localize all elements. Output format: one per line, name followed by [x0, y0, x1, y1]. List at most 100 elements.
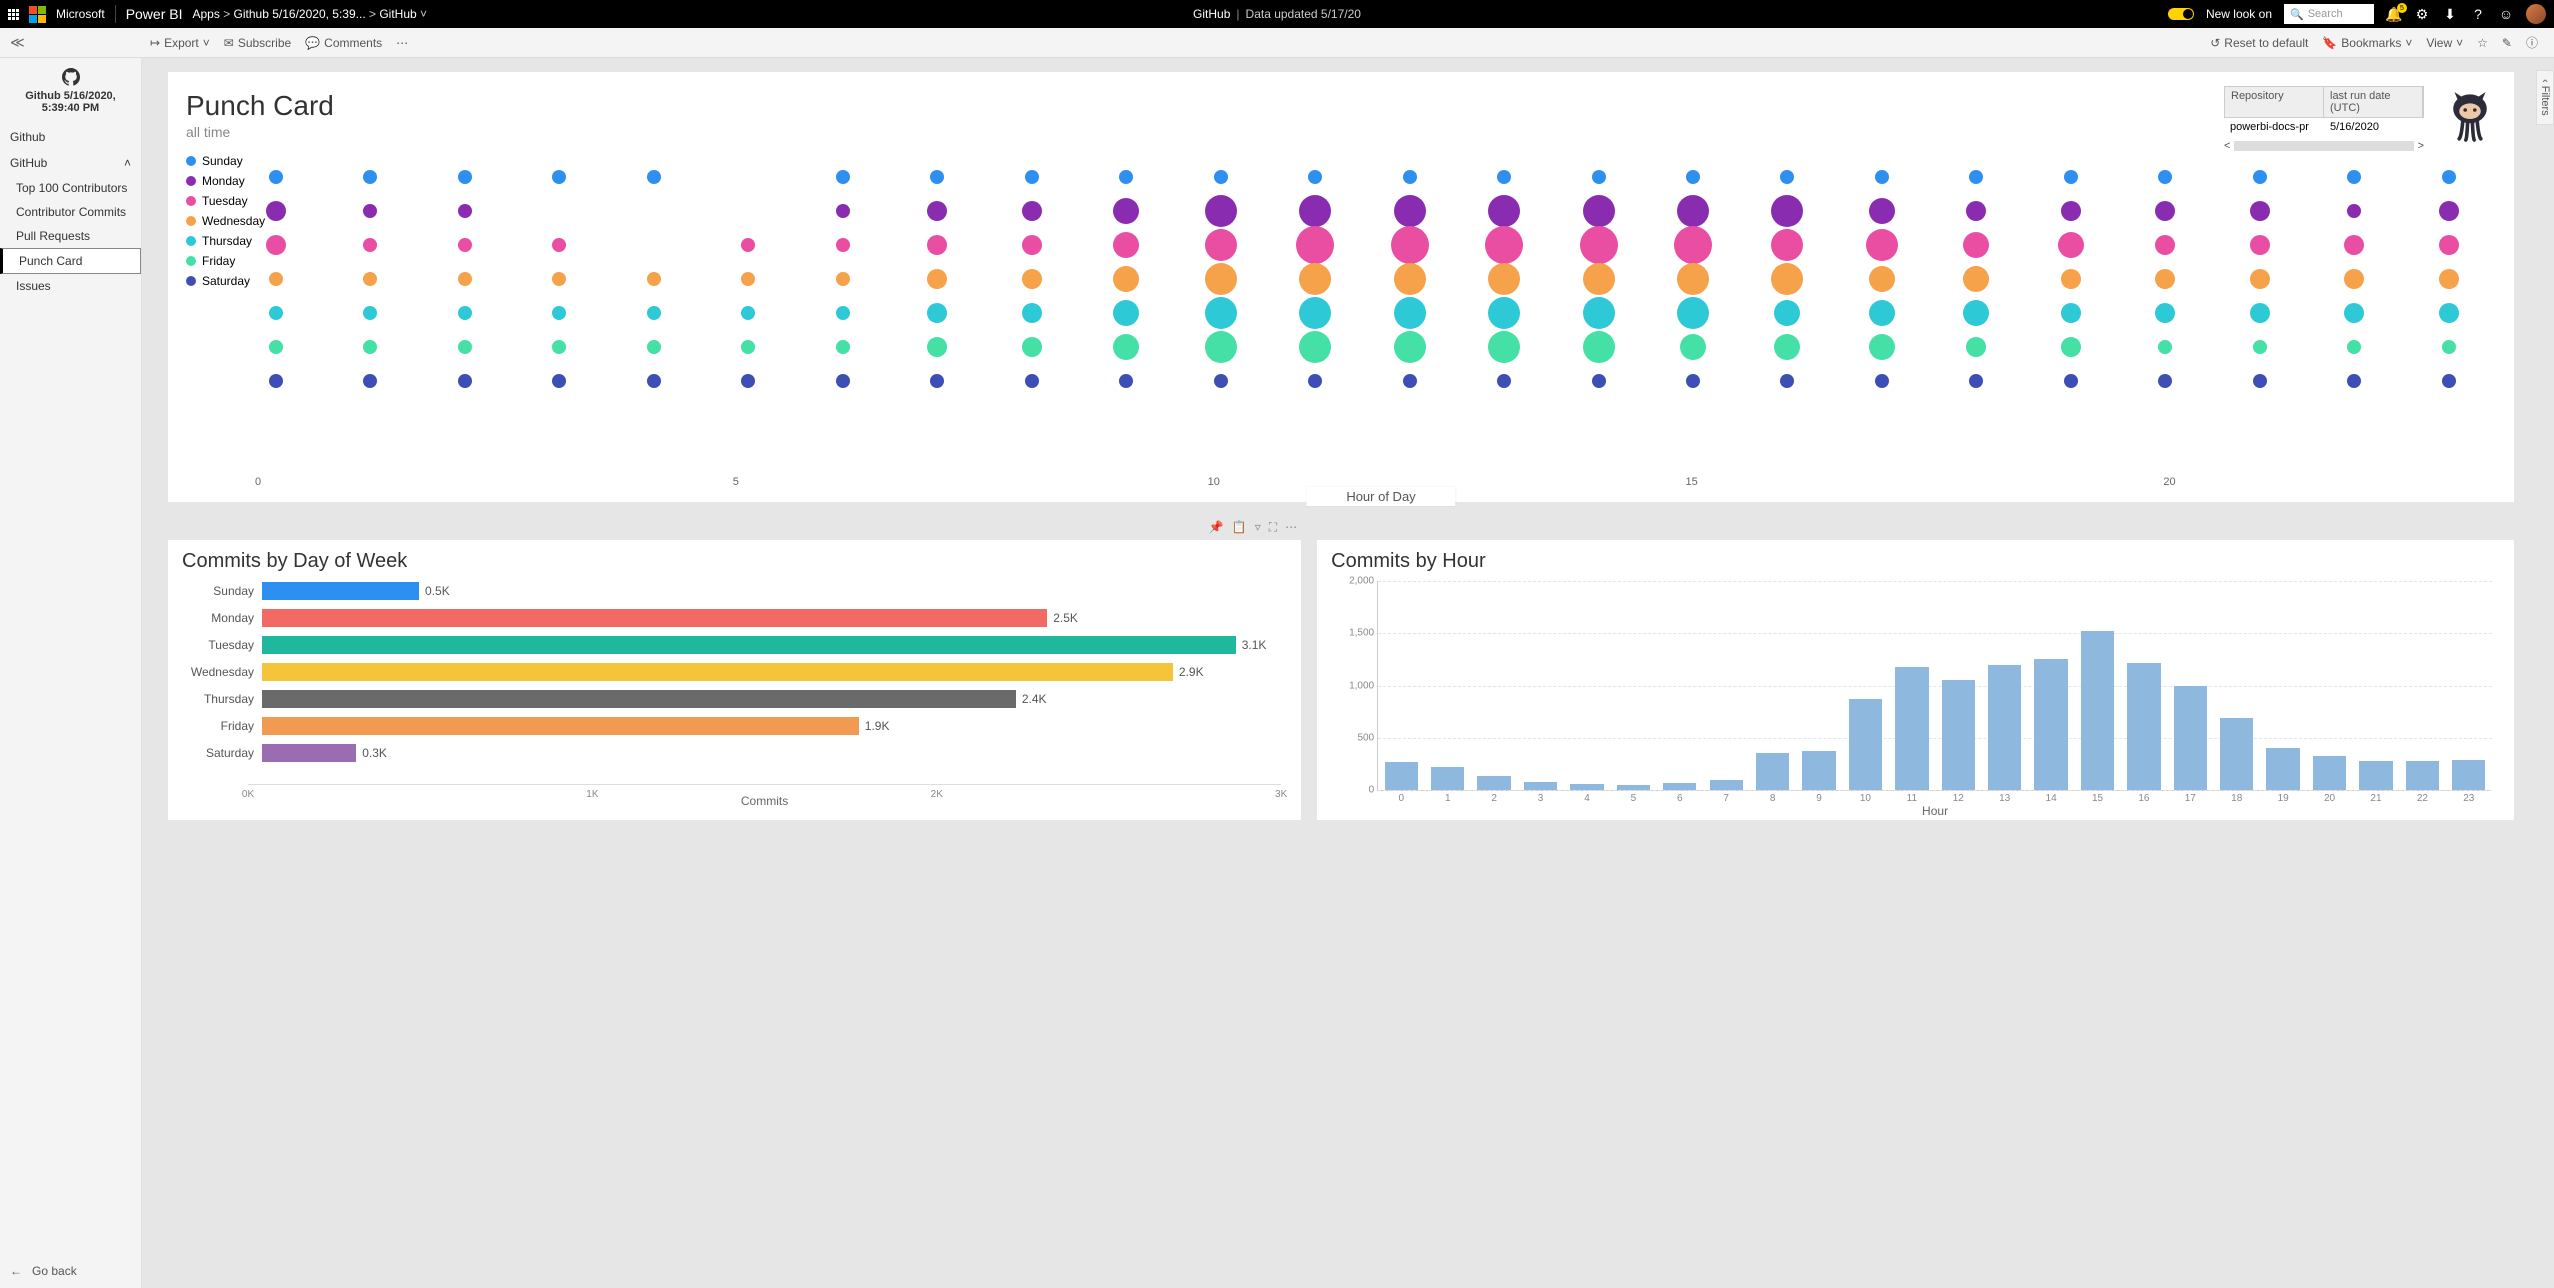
vbar[interactable]	[1849, 699, 1882, 790]
bubble[interactable]	[2347, 340, 2361, 354]
bubble[interactable]	[1205, 229, 1237, 261]
bubble[interactable]	[1875, 374, 1889, 388]
copy-icon[interactable]: 📋	[1232, 520, 1247, 535]
bubble[interactable]	[269, 170, 283, 184]
vbar[interactable]	[1524, 782, 1557, 790]
bubble[interactable]	[2061, 337, 2081, 357]
bubble[interactable]	[2344, 269, 2364, 289]
bubble[interactable]	[1680, 334, 1706, 360]
legend-item[interactable]: Friday	[186, 254, 276, 268]
bubble[interactable]	[2158, 170, 2172, 184]
bubble[interactable]	[2250, 235, 2270, 255]
bubble[interactable]	[1869, 300, 1895, 326]
bubble[interactable]	[1119, 170, 1133, 184]
bubble[interactable]	[1969, 170, 1983, 184]
bubble[interactable]	[1394, 263, 1426, 295]
vbar[interactable]	[2313, 756, 2346, 790]
hbar-chart[interactable]: Sunday0.5KMonday2.5KTuesday3.1KWednesday…	[262, 581, 1267, 781]
bubble[interactable]	[2344, 303, 2364, 323]
bubble[interactable]	[1686, 374, 1700, 388]
nav-parent-github[interactable]: GitHub˄	[0, 150, 141, 176]
bubble[interactable]	[1113, 266, 1139, 292]
bubble[interactable]	[552, 170, 566, 184]
bubble[interactable]	[1771, 263, 1803, 295]
bubble[interactable]	[741, 374, 755, 388]
bubble[interactable]	[1780, 170, 1794, 184]
bubble[interactable]	[647, 170, 661, 184]
vbar[interactable]	[2127, 663, 2160, 790]
bubble[interactable]	[458, 374, 472, 388]
bubble[interactable]	[2253, 170, 2267, 184]
bubble[interactable]	[1677, 263, 1709, 295]
bubble[interactable]	[269, 374, 283, 388]
bubble[interactable]	[927, 269, 947, 289]
bubble[interactable]	[1394, 331, 1426, 363]
go-back-button[interactable]: ←Go back	[0, 1254, 141, 1288]
bubble[interactable]	[836, 238, 850, 252]
bubble[interactable]	[836, 374, 850, 388]
filter-icon[interactable]: ▿	[1255, 520, 1261, 535]
bubble[interactable]	[269, 340, 283, 354]
bubble[interactable]	[2155, 303, 2175, 323]
vbar[interactable]	[1988, 665, 2021, 790]
new-look-toggle[interactable]	[2168, 8, 2194, 20]
vbar[interactable]	[1663, 783, 1696, 790]
bubble[interactable]	[458, 170, 472, 184]
bubble[interactable]	[266, 201, 286, 221]
bubble[interactable]	[647, 306, 661, 320]
bubble[interactable]	[1969, 374, 1983, 388]
bubble[interactable]	[2347, 374, 2361, 388]
bubble[interactable]	[1296, 226, 1334, 264]
nav-sub-punch-card[interactable]: Punch Card	[0, 248, 141, 274]
bubble[interactable]	[2158, 340, 2172, 354]
bubble[interactable]	[1403, 374, 1417, 388]
bubble[interactable]	[1592, 374, 1606, 388]
bubble[interactable]	[1869, 334, 1895, 360]
bubble[interactable]	[836, 272, 850, 286]
vbar[interactable]	[1802, 751, 1835, 790]
bubble[interactable]	[647, 340, 661, 354]
bubble[interactable]	[1205, 297, 1237, 329]
bubble[interactable]	[2158, 374, 2172, 388]
bubble[interactable]	[363, 238, 377, 252]
bubble[interactable]	[363, 374, 377, 388]
legend-item[interactable]: Saturday	[186, 274, 276, 288]
commits-by-day-visual[interactable]: 📌 📋 ▿ ⛶ ⋯ Commits by Day of Week Sunday0…	[168, 540, 1301, 820]
user-avatar[interactable]	[2526, 4, 2546, 24]
bubble[interactable]	[552, 374, 566, 388]
bubble[interactable]	[1963, 232, 1989, 258]
bubble[interactable]	[2442, 374, 2456, 388]
bubble[interactable]	[2064, 374, 2078, 388]
bubble[interactable]	[363, 340, 377, 354]
bubble[interactable]	[363, 306, 377, 320]
bubble[interactable]	[1674, 226, 1712, 264]
bubble[interactable]	[458, 272, 472, 286]
hbar[interactable]	[262, 636, 1236, 654]
nav-sub-top-100-contributors[interactable]: Top 100 Contributors	[0, 176, 141, 200]
vbar[interactable]	[1895, 667, 1928, 790]
bubble[interactable]	[1022, 235, 1042, 255]
collapse-nav-icon[interactable]: ≪	[10, 34, 25, 51]
bubble[interactable]	[1394, 297, 1426, 329]
bubble[interactable]	[1403, 170, 1417, 184]
bubble[interactable]	[1875, 170, 1889, 184]
scroll-right-icon[interactable]: >	[2418, 140, 2424, 152]
punch-card-visual[interactable]: Punch Card all time Repositorylast run d…	[168, 72, 2514, 502]
vbar[interactable]	[2266, 748, 2299, 790]
settings-icon[interactable]: ⚙	[2414, 6, 2430, 22]
bubble[interactable]	[1394, 195, 1426, 227]
vbar[interactable]	[1617, 785, 1650, 790]
crumb-workspace[interactable]: Github 5/16/2020, 5:39...	[234, 7, 366, 21]
global-search[interactable]: 🔍 Search	[2284, 4, 2374, 24]
bubble[interactable]	[2058, 232, 2084, 258]
bubble[interactable]	[2250, 303, 2270, 323]
vbar[interactable]	[1942, 680, 1975, 790]
bubble[interactable]	[1308, 170, 1322, 184]
nav-sub-issues[interactable]: Issues	[0, 274, 141, 298]
bubble[interactable]	[647, 272, 661, 286]
notifications-icon[interactable]: 🔔5	[2386, 6, 2402, 22]
app-launcher-icon[interactable]	[8, 9, 19, 20]
hbar[interactable]	[262, 690, 1016, 708]
bubble[interactable]	[836, 170, 850, 184]
bubble[interactable]	[1022, 269, 1042, 289]
